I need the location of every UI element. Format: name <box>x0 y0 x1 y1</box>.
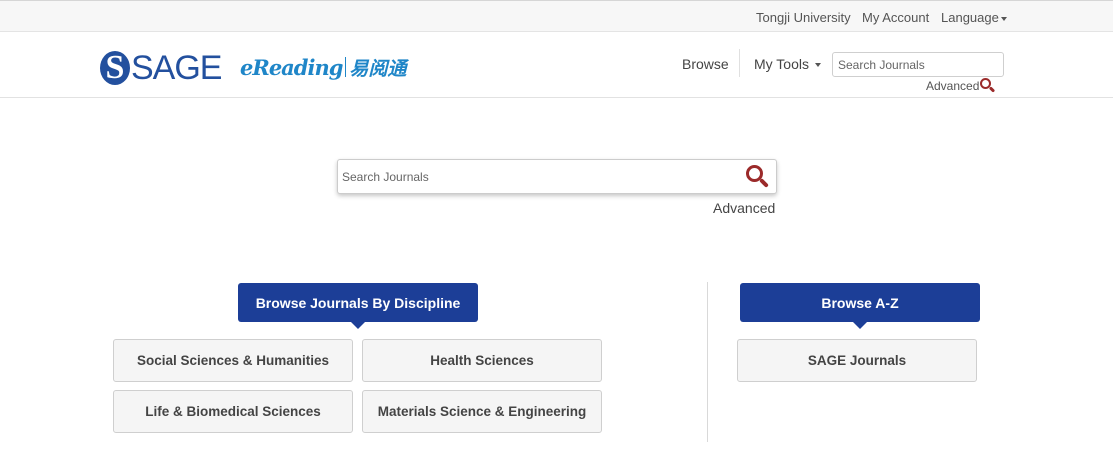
institution-link[interactable]: Tongji University <box>756 10 851 25</box>
search-icon[interactable] <box>746 165 772 191</box>
sage-s-letter: S <box>105 51 125 85</box>
browse-by-discipline-label: Browse Journals By Discipline <box>255 294 461 311</box>
discipline-life-biomedical-button[interactable]: Life & Biomedical Sciences <box>113 390 353 433</box>
my-tools-menu[interactable]: My Tools <box>754 56 821 72</box>
ereading-chinese-wordmark: 易阅通 <box>349 57 407 80</box>
caret-down-icon <box>1000 16 1007 21</box>
ereading-wordmark: eReading <box>240 54 343 80</box>
header-advanced-search-link[interactable]: Advanced <box>926 78 996 94</box>
language-label: Language <box>941 10 999 25</box>
ereading-logo[interactable]: eReading 易阅通 <box>240 52 406 82</box>
browse-by-discipline-heading: Browse Journals By Discipline <box>238 283 478 329</box>
sage-s-emblem: S <box>100 51 130 85</box>
section-divider <box>707 282 708 442</box>
discipline-materials-engineering-button[interactable]: Materials Science & Engineering <box>362 390 602 433</box>
language-menu[interactable]: Language <box>941 10 1007 25</box>
main-search-box <box>337 159 777 194</box>
sage-wordmark: SAGE <box>131 49 222 87</box>
pointer-triangle-icon <box>853 322 867 329</box>
search-icon[interactable] <box>980 78 996 94</box>
site-header: S SAGE eReading 易阅通 Browse My Tools Adva… <box>0 32 1113 98</box>
main-search-input[interactable] <box>338 160 738 193</box>
header-search-input[interactable] <box>832 52 1004 77</box>
main-advanced-search-link[interactable]: Advanced <box>713 200 775 216</box>
browse-a-z-label: Browse A-Z <box>821 294 899 311</box>
sage-journals-button[interactable]: SAGE Journals <box>737 339 977 382</box>
logo-divider <box>345 57 347 77</box>
nav-browse-link[interactable]: Browse <box>682 56 729 72</box>
top-utility-bar: Tongji University My Account Language <box>0 0 1113 32</box>
discipline-social-sciences-button[interactable]: Social Sciences & Humanities <box>113 339 353 382</box>
my-account-link[interactable]: My Account <box>862 10 929 25</box>
nav-separator <box>739 49 740 77</box>
my-tools-label: My Tools <box>754 56 809 72</box>
caret-down-icon <box>814 63 821 68</box>
discipline-health-sciences-button[interactable]: Health Sciences <box>362 339 602 382</box>
pointer-triangle-icon <box>351 322 365 329</box>
header-advanced-label: Advanced <box>926 79 980 93</box>
browse-a-z-heading: Browse A-Z <box>740 283 980 329</box>
sage-logo[interactable]: S SAGE <box>100 49 222 87</box>
